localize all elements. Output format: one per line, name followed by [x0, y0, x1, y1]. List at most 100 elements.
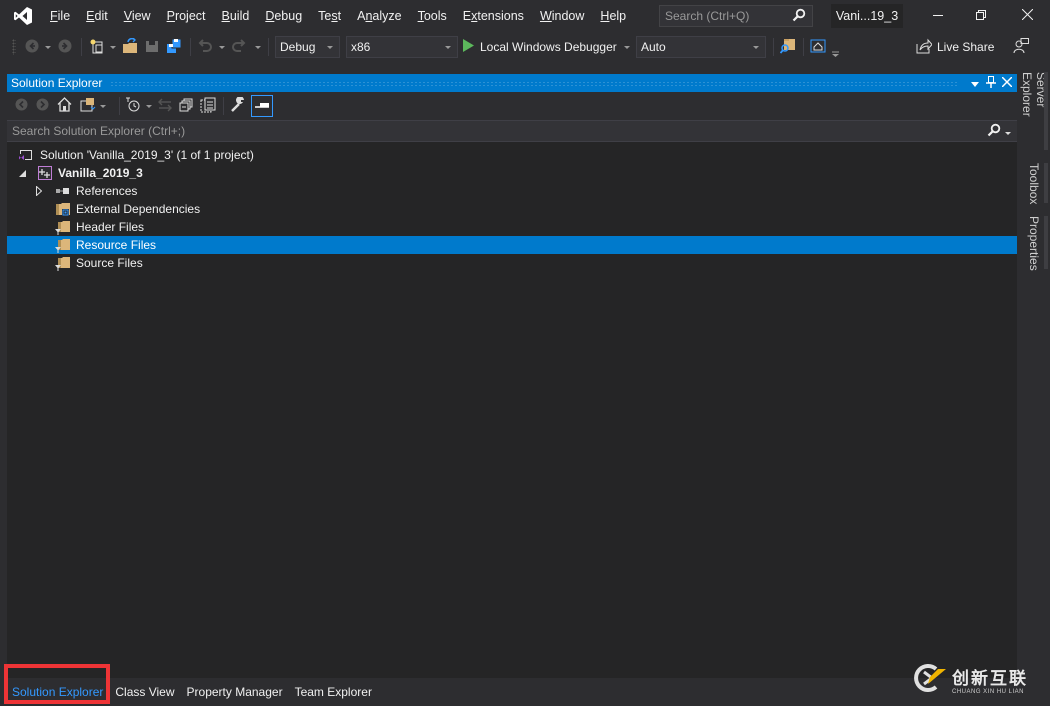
browser-home-button[interactable] — [810, 32, 826, 62]
close-window-button[interactable] — [1004, 0, 1050, 32]
restore-button[interactable] — [958, 0, 1004, 32]
collapsed-arrow-icon[interactable] — [34, 182, 44, 200]
minimize-button[interactable] — [915, 0, 961, 32]
save-button[interactable] — [145, 32, 159, 62]
menu-project[interactable]: Project — [159, 0, 214, 32]
debug-target-select[interactable]: Auto — [636, 36, 766, 58]
tree-item-resource-files[interactable]: Resource Files — [7, 236, 1017, 254]
menu-debug-label: ebug — [274, 9, 303, 23]
se-preview-toggle[interactable] — [251, 95, 273, 117]
right-tool-rail: Server Explorer Toolbox Properties — [1019, 70, 1050, 706]
tree-item-external-dependencies[interactable]: External Dependencies — [7, 200, 1017, 218]
menu-bar: File Edit View Project Build Debug Test … — [0, 0, 1050, 32]
solution-explorer-title-bar[interactable]: Solution Explorer — [7, 74, 1017, 92]
run-label: Local Windows Debugger — [480, 40, 617, 54]
menu-tools[interactable]: Tools — [410, 0, 455, 32]
se-sync-button[interactable] — [158, 96, 172, 116]
auto-hide-pin-button[interactable] — [983, 74, 999, 92]
tab-server-explorer[interactable]: Server Explorer — [1020, 72, 1048, 152]
tree-item-project[interactable]: Vanilla_2019_3 — [7, 164, 1017, 182]
undo-button[interactable] — [198, 32, 212, 62]
menu-file-label: ile — [57, 9, 71, 23]
open-button[interactable] — [122, 32, 138, 62]
se-switch-views-button[interactable] — [80, 96, 96, 116]
browser-home-icon — [810, 38, 826, 57]
menu-extensions[interactable]: Extensions — [455, 0, 532, 32]
tab-properties[interactable]: Properties — [1025, 216, 1043, 271]
se-properties-button[interactable] — [231, 96, 246, 116]
back-button[interactable] — [25, 32, 39, 62]
close-panel-button[interactable] — [999, 74, 1015, 92]
menu-build[interactable]: Build — [214, 0, 258, 32]
menu-window-label: indow — [551, 9, 585, 23]
menu-help[interactable]: Help — [592, 0, 634, 32]
feedback-button[interactable] — [1013, 32, 1029, 62]
back-dropdown[interactable] — [45, 32, 51, 62]
toolbar-overflow-button[interactable] — [832, 38, 840, 68]
tab-team-explorer[interactable]: Team Explorer — [289, 682, 378, 702]
pin-icon — [986, 75, 996, 91]
se-switch-views-dropdown[interactable] — [100, 96, 106, 116]
expanded-arrow-icon[interactable] — [17, 164, 27, 182]
pending-changes-filter-icon — [126, 97, 141, 115]
tab-class-view[interactable]: Class View — [109, 682, 180, 702]
start-debugging-button[interactable]: Local Windows Debugger — [463, 36, 630, 58]
tree-item-solution[interactable]: Solution 'Vanilla_2019_3' (1 of 1 projec… — [7, 146, 1017, 164]
se-home-button[interactable] — [57, 96, 72, 116]
redo-dropdown[interactable] — [255, 32, 261, 62]
redo-button[interactable] — [232, 32, 246, 62]
find-in-files-button[interactable] — [779, 32, 796, 62]
tree-item-label: Header Files — [76, 220, 145, 234]
tab-label: Properties — [1027, 216, 1041, 271]
switch-views-icon — [80, 97, 96, 115]
se-filter-dropdown[interactable] — [146, 96, 152, 116]
se-collapse-all-button[interactable] — [179, 96, 193, 116]
new-project-icon — [89, 38, 105, 57]
new-project-button[interactable] — [89, 32, 105, 62]
standard-toolbar: Debug x86 Local Windows Debugger Auto Li… — [0, 32, 1050, 62]
tree-item-header-files[interactable]: Header Files — [7, 218, 1017, 236]
window-position-dropdown[interactable] — [967, 74, 983, 92]
menu-debug-accel: D — [265, 9, 275, 23]
live-share-button[interactable]: Live Share — [916, 36, 994, 58]
menu-view[interactable]: View — [116, 0, 159, 32]
back-icon — [25, 39, 39, 56]
forward-button[interactable] — [58, 32, 72, 62]
sync-icon — [158, 98, 172, 115]
se-forward-button[interactable] — [36, 96, 49, 116]
menu-project-label: roject — [174, 9, 206, 23]
undo-dropdown[interactable] — [219, 32, 225, 62]
tree-item-label: Resource Files — [76, 238, 157, 252]
debug-target-value: Auto — [641, 40, 666, 54]
se-back-button[interactable] — [15, 96, 28, 116]
menu-analyze[interactable]: Analyze — [349, 0, 409, 32]
menu-debug[interactable]: Debug — [257, 0, 310, 32]
se-show-all-files-button[interactable] — [200, 96, 216, 116]
toolbar-grip[interactable] — [12, 39, 16, 55]
annotation-highlight-box — [4, 664, 110, 704]
tab-indicator — [1044, 163, 1048, 203]
menu-edit[interactable]: Edit — [78, 0, 116, 32]
menu-window[interactable]: Window — [532, 0, 592, 32]
menu-file[interactable]: File — [42, 0, 78, 32]
tab-property-manager[interactable]: Property Manager — [181, 682, 289, 702]
tree-item-source-files[interactable]: Source Files — [7, 254, 1017, 272]
menu-edit-accel: E — [86, 9, 95, 23]
quick-launch-search[interactable]: Search (Ctrl+Q) — [659, 5, 813, 27]
menu-build-accel: B — [221, 9, 230, 23]
save-all-button[interactable] — [166, 32, 182, 62]
solution-platform-select[interactable]: x86 — [346, 36, 458, 58]
chevron-down-icon[interactable] — [1005, 131, 1011, 135]
search-options[interactable] — [987, 123, 1011, 143]
visual-studio-logo-icon[interactable] — [12, 5, 34, 27]
se-pending-changes-filter-button[interactable] — [126, 96, 141, 116]
solution-explorer-search[interactable]: Search Solution Explorer (Ctrl+;) — [7, 120, 1017, 142]
tree-item-label: Solution 'Vanilla_2019_3' (1 of 1 projec… — [40, 148, 254, 162]
close-icon — [1021, 8, 1033, 23]
menu-test[interactable]: Test — [310, 0, 349, 32]
solution-configuration-select[interactable]: Debug — [275, 36, 340, 58]
new-project-dropdown[interactable] — [110, 32, 116, 62]
tree-item-references[interactable]: References — [7, 182, 1017, 200]
chevron-down-icon[interactable] — [623, 45, 630, 49]
tab-toolbox[interactable]: Toolbox — [1025, 163, 1043, 204]
